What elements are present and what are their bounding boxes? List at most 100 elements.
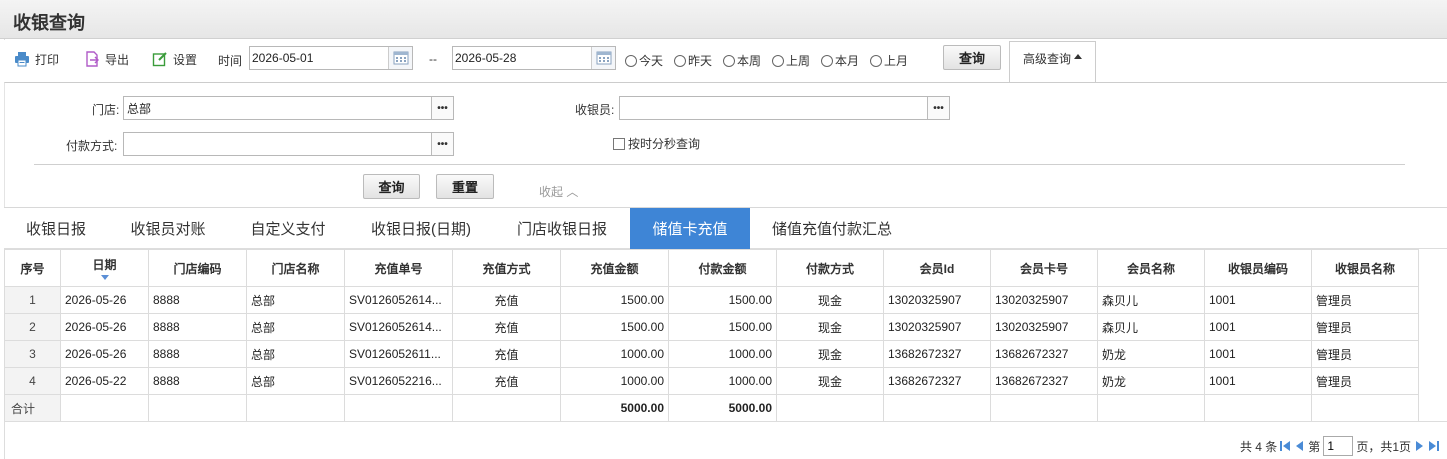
cell xyxy=(990,394,1098,422)
radio-circle[interactable] xyxy=(772,54,784,67)
table-row[interactable]: 1 2026-05-26 8888 总部 SV0126052614... 充值 … xyxy=(4,286,1419,314)
radio-label: 本月 xyxy=(835,54,860,68)
cashier-field[interactable]: ••• xyxy=(619,96,950,120)
advanced-query-button[interactable]: 查询 xyxy=(363,174,420,199)
col-header[interactable]: 门店名称 xyxy=(246,249,345,287)
tab-custom-payment[interactable]: 自定义支付 xyxy=(228,208,348,249)
cashier-input[interactable] xyxy=(620,97,920,119)
tab-store-daily[interactable]: 门店收银日报 xyxy=(494,208,630,249)
col-header[interactable]: 充值单号 xyxy=(344,249,453,287)
tab-cashier-daily-date[interactable]: 收银日报(日期) xyxy=(348,208,494,249)
tab-stored-value-recharge[interactable]: 储值卡充值 xyxy=(630,208,750,249)
col-header[interactable]: 会员Id xyxy=(883,249,991,287)
payment-input[interactable] xyxy=(124,133,424,155)
cell xyxy=(1311,394,1419,422)
calendar-icon[interactable] xyxy=(591,47,615,69)
cell: 充值 xyxy=(452,340,561,368)
by-seconds-checkbox[interactable]: 按时分秒查询 xyxy=(613,135,700,152)
radio-this-week[interactable]: 本周 xyxy=(723,52,761,69)
divider xyxy=(34,164,1405,165)
cell: 2026-05-26 xyxy=(60,340,149,368)
cell: 1500.00 xyxy=(668,286,777,314)
collapse-link[interactable]: 收起 ︿ xyxy=(539,183,578,200)
tab-recharge-payment-summary[interactable]: 储值充值付款汇总 xyxy=(750,208,914,249)
date-to-input[interactable] xyxy=(453,47,593,69)
store-input[interactable] xyxy=(124,97,424,119)
payment-field[interactable]: ••• xyxy=(123,132,454,156)
col-header[interactable]: 付款金额 xyxy=(668,249,777,287)
cell: 管理员 xyxy=(1311,286,1419,314)
cell: SV0126052614... xyxy=(344,286,453,314)
table-row[interactable]: 3 2026-05-26 8888 总部 SV0126052611... 充值 … xyxy=(4,340,1419,368)
cell: 13020325907 xyxy=(990,313,1098,341)
radio-last-month[interactable]: 上月 xyxy=(870,52,908,69)
radio-circle[interactable] xyxy=(723,54,735,67)
radio-circle[interactable] xyxy=(625,54,637,67)
date-from-field[interactable] xyxy=(249,46,413,70)
col-header[interactable]: 会员名称 xyxy=(1097,249,1205,287)
radio-label: 昨天 xyxy=(688,54,713,68)
radio-label: 今天 xyxy=(639,54,664,68)
query-button[interactable]: 查询 xyxy=(943,45,1001,70)
cell: 充值 xyxy=(452,313,561,341)
cell: 13682672327 xyxy=(990,340,1098,368)
cell: 1001 xyxy=(1204,340,1312,368)
col-header[interactable]: 充值方式 xyxy=(452,249,561,287)
col-header[interactable]: 收银员名称 xyxy=(1311,249,1419,287)
pagination: 共 4 条 第 页，共1页 xyxy=(1240,436,1439,456)
advanced-query-tab[interactable]: 高级查询 xyxy=(1009,41,1096,83)
cell: 现金 xyxy=(776,340,884,368)
next-page-icon[interactable] xyxy=(1414,440,1425,452)
more-dots-icon[interactable]: ••• xyxy=(927,97,949,119)
reset-button[interactable]: 重置 xyxy=(436,174,494,199)
col-header[interactable]: 付款方式 xyxy=(776,249,884,287)
prev-page-icon[interactable] xyxy=(1294,440,1305,452)
page-prefix: 第 xyxy=(1308,439,1321,454)
cell: 奶龙 xyxy=(1097,367,1205,395)
col-header[interactable]: 门店编码 xyxy=(148,249,247,287)
tab-cashier-daily[interactable]: 收银日报 xyxy=(4,208,108,249)
store-field[interactable]: ••• xyxy=(123,96,454,120)
table-row[interactable]: 2 2026-05-26 8888 总部 SV0126052614... 充值 … xyxy=(4,313,1419,341)
radio-last-week[interactable]: 上周 xyxy=(772,52,810,69)
charge-total: 5000.00 xyxy=(560,394,669,422)
table-row[interactable]: 4 2026-05-22 8888 总部 SV0126052216... 充值 … xyxy=(4,367,1419,395)
cell: 充值 xyxy=(452,367,561,395)
col-header[interactable]: 会员卡号 xyxy=(990,249,1098,287)
settings-button[interactable]: 设置 xyxy=(152,50,197,68)
page-input[interactable] xyxy=(1323,436,1354,456)
export-button[interactable]: 导出 xyxy=(84,50,129,68)
col-header-date[interactable]: 日期 xyxy=(60,249,149,287)
total-count: 共 4 条 xyxy=(1239,439,1278,454)
calendar-icon[interactable] xyxy=(388,47,412,69)
more-dots-icon[interactable]: ••• xyxy=(431,97,453,119)
radio-today[interactable]: 今天 xyxy=(625,52,663,69)
edit-icon xyxy=(152,52,167,67)
radio-this-month[interactable]: 本月 xyxy=(821,52,859,69)
col-header[interactable]: 充值金额 xyxy=(560,249,669,287)
cell: 总部 xyxy=(246,286,345,314)
first-page-icon[interactable] xyxy=(1280,440,1291,452)
tab-cashier-reconcile[interactable]: 收银员对账 xyxy=(108,208,228,249)
time-label: 时间 xyxy=(218,54,243,68)
radio-circle[interactable] xyxy=(870,54,882,67)
grid-bottom-border xyxy=(4,421,1447,422)
col-header[interactable]: 收银员编码 xyxy=(1204,249,1312,287)
date-from-input[interactable] xyxy=(250,47,390,69)
radio-circle[interactable] xyxy=(674,54,686,67)
date-to-field[interactable] xyxy=(452,46,616,70)
last-page-icon[interactable] xyxy=(1428,440,1439,452)
cell: 森贝儿 xyxy=(1097,286,1205,314)
col-header[interactable]: 序号 xyxy=(4,249,61,287)
radio-circle[interactable] xyxy=(821,54,833,67)
by-seconds-label: 按时分秒查询 xyxy=(628,137,701,151)
checkbox-box[interactable] xyxy=(613,137,625,150)
more-dots-icon[interactable]: ••• xyxy=(431,133,453,155)
print-button[interactable]: 打印 xyxy=(14,50,59,68)
cell: 总部 xyxy=(246,340,345,368)
date-separator: -- xyxy=(429,52,437,66)
radio-yesterday[interactable]: 昨天 xyxy=(674,52,712,69)
cell xyxy=(452,394,561,422)
payment-label: 付款方式: xyxy=(66,139,118,153)
page-title: 收银查询 xyxy=(13,13,85,33)
